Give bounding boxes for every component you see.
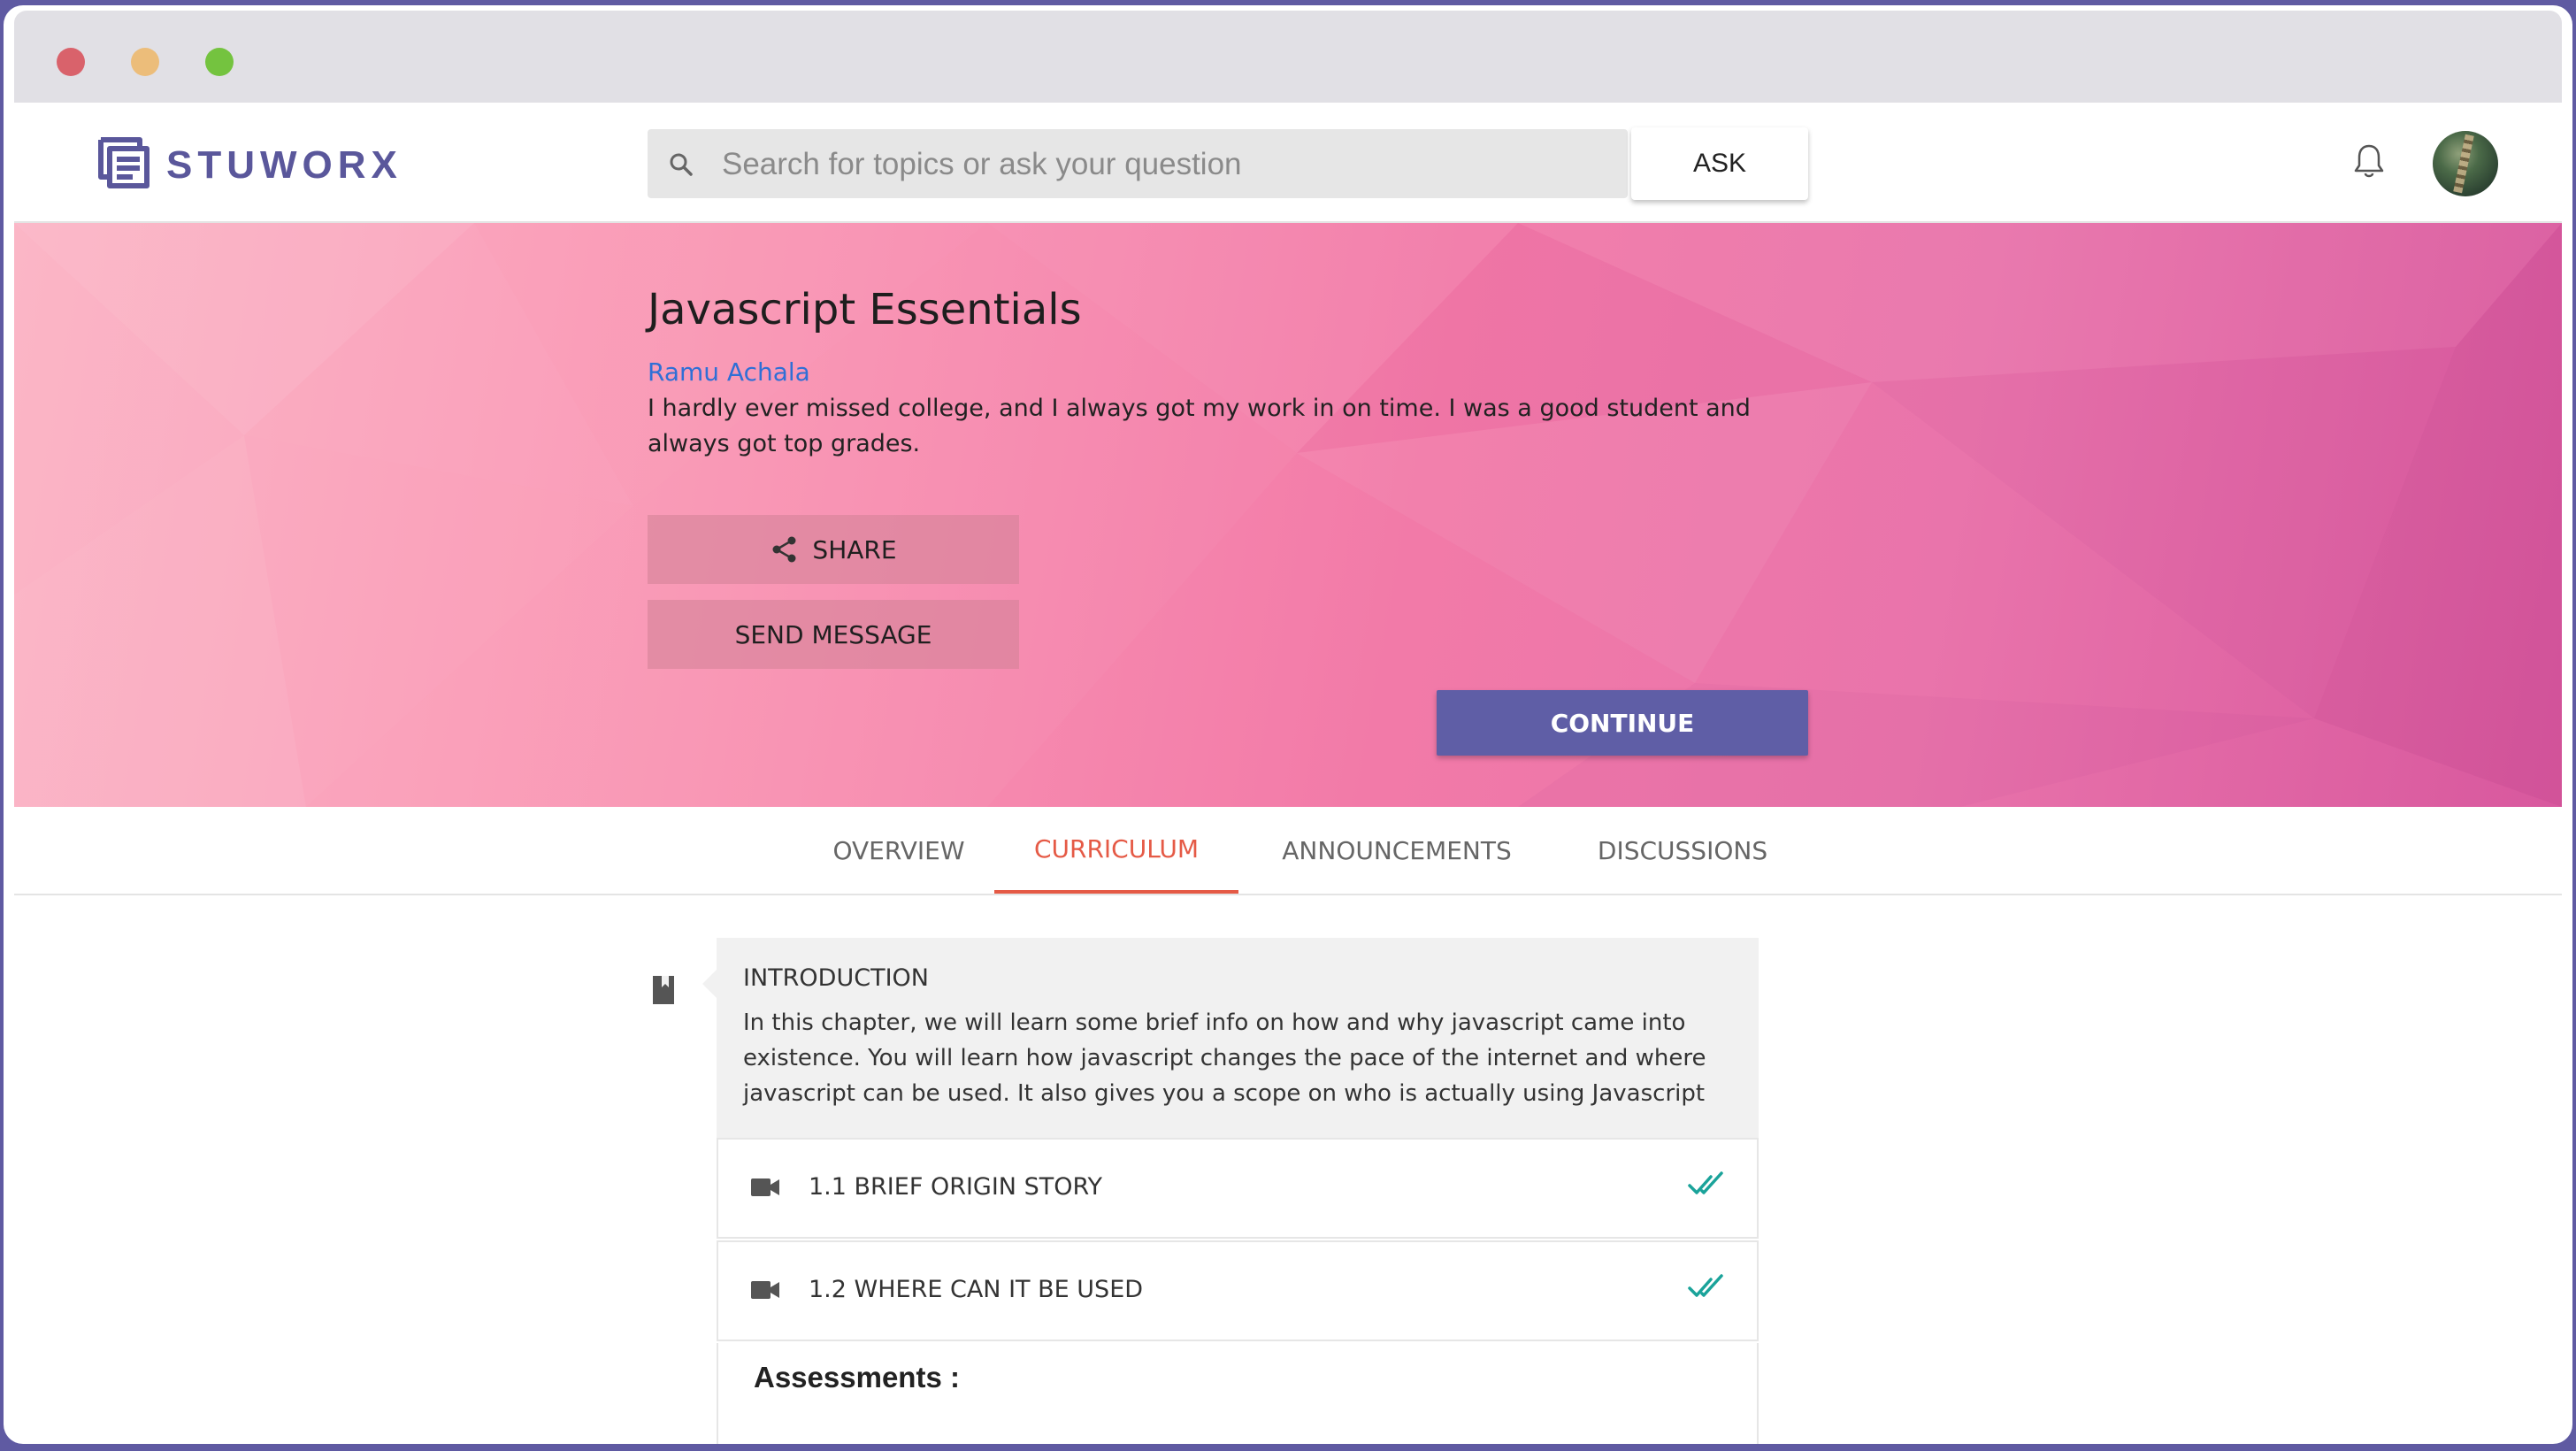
tab-curriculum[interactable]: CURRICULUM [994,807,1238,894]
bell-icon[interactable] [2351,142,2387,180]
ask-button[interactable]: ASK [1631,127,1808,200]
double-check-icon [1688,1171,1723,1194]
double-check-icon [1688,1274,1723,1297]
video-icon [751,1281,779,1299]
hero-background-pattern [14,223,2562,807]
logo-text: STUWORX [166,143,402,187]
share-button[interactable]: SHARE [648,515,1019,584]
chapter-title: INTRODUCTION [743,964,929,992]
tab-discussions[interactable]: DISCUSSIONS [1576,807,1789,894]
course-description: I hardly ever missed college, and I alwa… [648,395,1751,457]
search-bar[interactable] [648,129,1628,200]
course-title: Javascript Essentials [648,285,1082,334]
chapter-description: In this chapter, we will learn some brie… [743,1010,1706,1107]
course-hero-banner: Javascript Essentials Ramu Achala I hard… [14,223,2562,807]
user-avatar[interactable] [2433,131,2498,196]
share-label: SHARE [812,534,897,564]
lesson-label: 1.2 WHERE CAN IT BE USED [809,1276,1144,1303]
lesson-item[interactable]: 1.2 WHERE CAN IT BE USED [717,1240,1759,1341]
maximize-window-button[interactable] [205,48,234,76]
send-message-button[interactable]: SEND MESSAGE [648,600,1019,669]
logo-icon [98,137,150,188]
top-header: STUWORX ASK [14,103,2562,223]
course-tabs: OVERVIEW CURRICULUM ANNOUNCEMENTS DISCUS… [14,807,2562,895]
search-input[interactable] [720,129,1608,200]
window-titlebar [14,11,2562,103]
search-icon [670,153,693,176]
assessments-heading: Assessments : [754,1361,960,1393]
author-link[interactable]: Ramu Achala [648,357,810,387]
video-icon [751,1178,779,1196]
minimize-window-button[interactable] [131,48,159,76]
lesson-item[interactable]: 1.1 BRIEF ORIGIN STORY [717,1138,1759,1239]
continue-button[interactable]: CONTINUE [1437,690,1808,756]
chapter-card[interactable]: INTRODUCTION In this chapter, we will le… [702,938,1759,1138]
browser-window: STUWORX ASK [4,5,2572,1444]
close-window-button[interactable] [57,48,85,76]
assessments-section: Assessments : [717,1343,1759,1444]
lesson-label: 1.1 BRIEF ORIGIN STORY [809,1173,1102,1201]
tab-overview[interactable]: OVERVIEW [810,807,987,894]
share-icon [772,536,796,563]
tab-announcements[interactable]: ANNOUNCEMENTS [1269,807,1525,894]
bookmark-icon [653,976,674,1004]
